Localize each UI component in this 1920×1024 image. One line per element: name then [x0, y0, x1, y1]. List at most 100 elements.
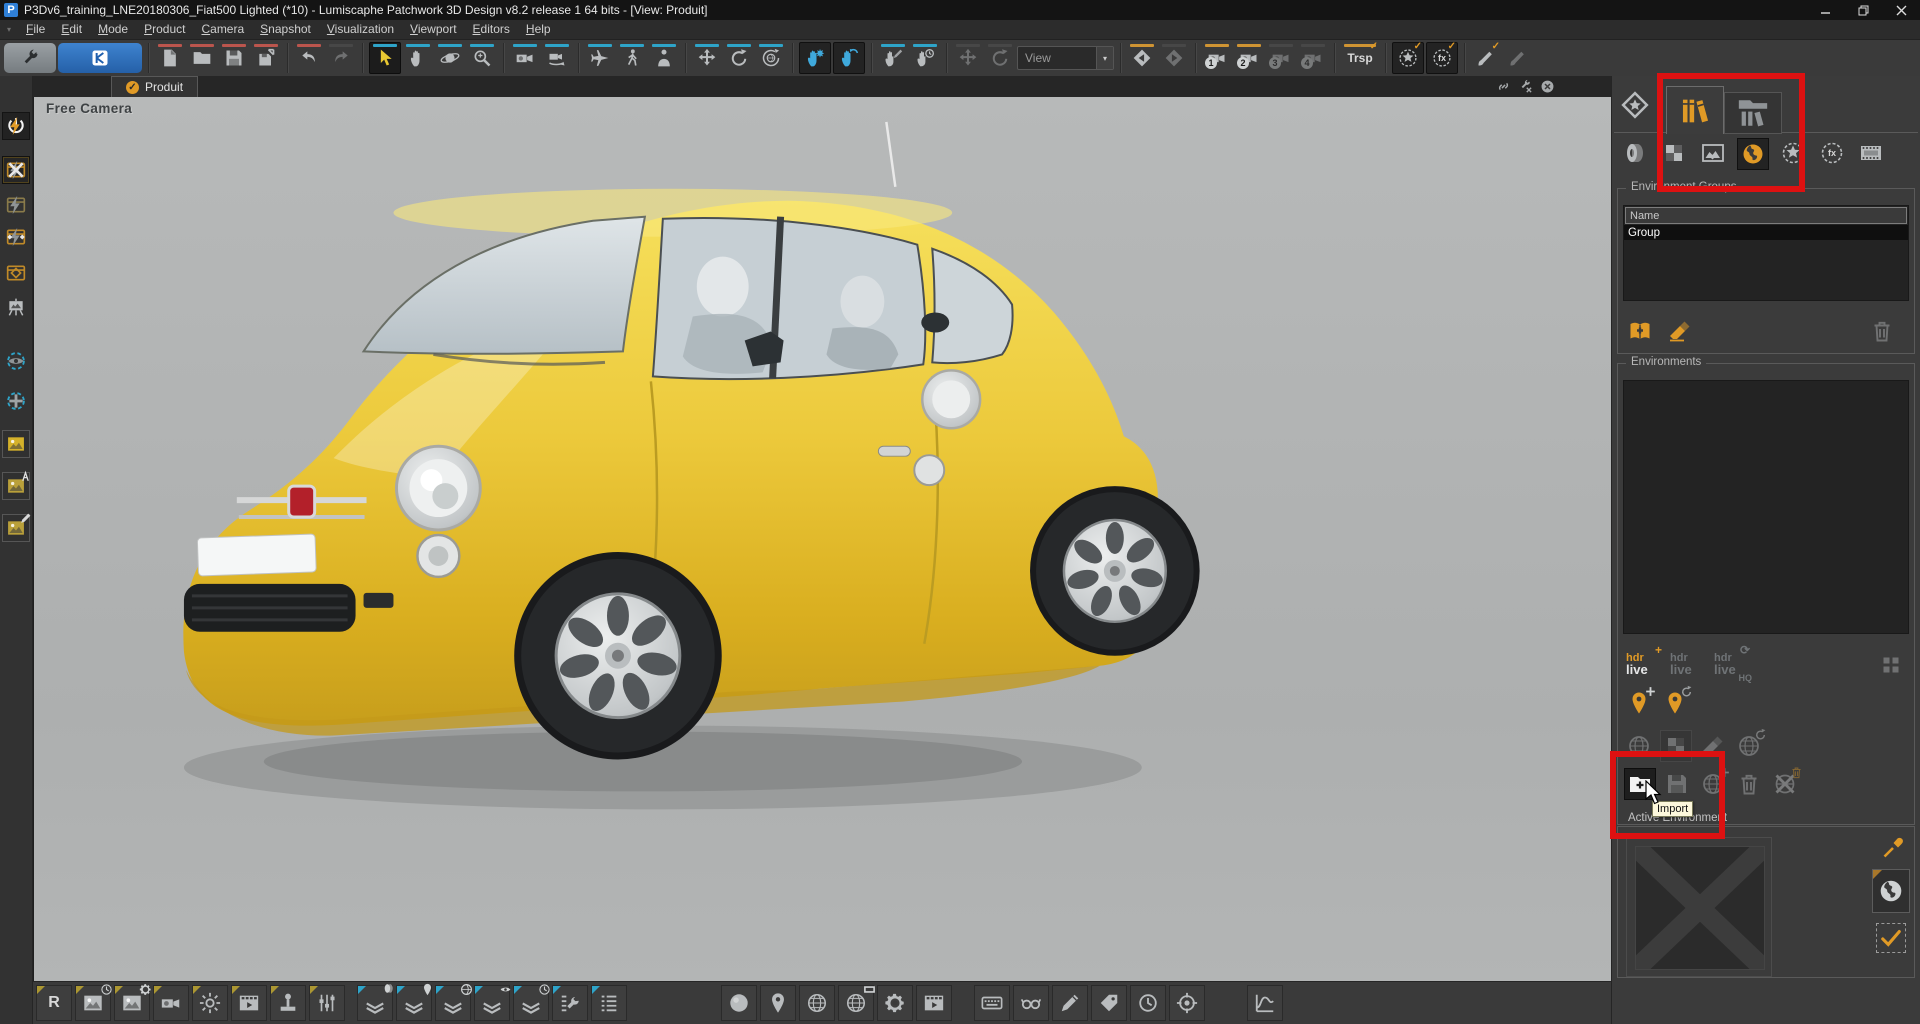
camera-1-button[interactable]: 1	[1202, 43, 1232, 73]
filmstrip-button[interactable]	[916, 985, 952, 1021]
snapshot-history-button[interactable]	[75, 985, 111, 1021]
stereo-glasses-button[interactable]	[1013, 985, 1049, 1021]
paint-alt-button[interactable]	[1503, 43, 1533, 73]
keyboard-button[interactable]	[974, 985, 1010, 1021]
window-flash-button[interactable]	[3, 192, 29, 218]
environments-list[interactable]	[1623, 380, 1909, 634]
view-settings-icon[interactable]	[1518, 79, 1533, 94]
zoom-tool-button[interactable]	[467, 43, 497, 73]
orbit-tool-button[interactable]	[435, 43, 465, 73]
next-view-button[interactable]	[1159, 43, 1189, 73]
rotate-world-button[interactable]	[756, 43, 786, 73]
image-text-button[interactable]	[2, 472, 30, 500]
view-dropdown[interactable]: View▾	[1017, 46, 1114, 70]
matter-mode-button[interactable]	[58, 43, 142, 73]
group-edit-button[interactable]	[1666, 317, 1694, 345]
groups-name-header[interactable]: Name	[1625, 207, 1907, 224]
group-delete-button[interactable]	[1868, 317, 1896, 345]
settings-button[interactable]	[4, 43, 56, 73]
env-image-button[interactable]	[1660, 730, 1692, 762]
apply-environment-button[interactable]	[1876, 923, 1906, 953]
image-button[interactable]	[2, 430, 30, 458]
gear-tool-button[interactable]	[877, 985, 913, 1021]
restore-button[interactable]	[1844, 0, 1882, 20]
prev-view-button[interactable]	[1127, 43, 1157, 73]
config-list-button[interactable]	[591, 985, 627, 1021]
timer-button[interactable]	[1130, 985, 1166, 1021]
import-environment-button[interactable]	[1624, 768, 1656, 800]
camera-4-button[interactable]: 4	[1298, 43, 1328, 73]
pan-tool-button[interactable]	[403, 43, 433, 73]
menu-edit[interactable]: Edit	[53, 21, 90, 38]
transparency-button[interactable]: Trsp✓	[1341, 43, 1379, 73]
redo-button[interactable]	[326, 43, 356, 73]
target-eye-button[interactable]	[1169, 985, 1205, 1021]
presentation-easel-button[interactable]	[3, 294, 29, 320]
render-button[interactable]: R	[36, 985, 72, 1021]
pick-environment-button[interactable]	[1878, 833, 1908, 863]
camera-2-button[interactable]: 2	[1234, 43, 1264, 73]
lighting-button[interactable]	[192, 985, 228, 1021]
group-row[interactable]: Group	[1624, 225, 1908, 240]
menu-mode[interactable]: Mode	[90, 21, 136, 38]
spin-tool-button[interactable]	[833, 42, 865, 74]
world-button[interactable]	[799, 985, 835, 1021]
snapshot-settings-button[interactable]	[114, 985, 150, 1021]
menu-camera[interactable]: Camera	[193, 21, 252, 38]
group-add-button[interactable]	[1626, 317, 1654, 345]
env-thumbnail-view-button[interactable]	[1876, 650, 1906, 680]
pin-refresh-button[interactable]	[1660, 688, 1690, 718]
video-capture-button[interactable]	[153, 985, 189, 1021]
curve-editor-button[interactable]	[1247, 985, 1283, 1021]
layers-materials-button[interactable]	[357, 985, 393, 1021]
sensor-clock-button[interactable]	[910, 43, 940, 73]
fly-mode-button[interactable]	[585, 43, 615, 73]
undo-button[interactable]	[294, 43, 324, 73]
camera-3-button[interactable]: 3	[1266, 43, 1296, 73]
close-view-icon[interactable]	[1540, 79, 1555, 94]
active-environment-thumbnail[interactable]	[1626, 837, 1772, 977]
tab-produit[interactable]: ✓ Produit	[111, 76, 198, 97]
env-edit-button[interactable]	[1698, 731, 1728, 761]
env-refresh-button[interactable]	[1734, 731, 1764, 761]
env-trash-button[interactable]	[1734, 769, 1764, 799]
rotate-button[interactable]	[724, 43, 754, 73]
realtime-render-button[interactable]	[2, 112, 30, 140]
layers-position-button[interactable]	[396, 985, 432, 1021]
tab-library-books[interactable]	[1666, 86, 1724, 134]
menu-editors[interactable]: Editors	[465, 21, 518, 38]
sensor-pen-button[interactable]	[878, 43, 908, 73]
window-frame-button[interactable]	[3, 260, 29, 286]
grab-tool-button[interactable]	[799, 42, 831, 74]
tuner-button[interactable]	[309, 985, 345, 1021]
effects-button[interactable]: fx✓	[1426, 42, 1458, 74]
hdr-live-hq-button[interactable]: hdrlive⟳HQ	[1712, 646, 1750, 682]
env-add-button[interactable]	[1698, 769, 1728, 799]
eye-ring-button[interactable]	[3, 348, 29, 374]
camera-capture-button[interactable]	[510, 43, 540, 73]
menu-product[interactable]: Product	[136, 21, 193, 38]
active-environment-slot[interactable]	[1872, 869, 1910, 913]
paint-button[interactable]: ✓	[1471, 43, 1501, 73]
save-as-button[interactable]	[251, 43, 281, 73]
system-menu-icon[interactable]: ▾	[0, 25, 18, 34]
window-flash-products-button[interactable]	[3, 224, 29, 250]
overlay-star-button[interactable]: ✓	[1392, 42, 1424, 74]
tab-library-folder[interactable]	[1724, 92, 1782, 134]
layers-visibility-button[interactable]	[474, 985, 510, 1021]
globe-film-button[interactable]	[838, 985, 874, 1021]
textures-library-button[interactable]	[1659, 138, 1689, 168]
effects-library-button[interactable]: fx	[1817, 138, 1847, 168]
materials-library-button[interactable]	[1620, 138, 1650, 168]
select-tool-button[interactable]	[369, 42, 401, 74]
image-edit-button[interactable]	[2, 514, 30, 542]
environment-groups-list[interactable]: Name Group	[1623, 205, 1909, 301]
menu-viewport[interactable]: Viewport	[402, 21, 464, 38]
hdr-live-add-button[interactable]: hdrlive+	[1624, 646, 1662, 682]
matter-ball-button[interactable]	[721, 985, 757, 1021]
menu-snapshot[interactable]: Snapshot	[252, 21, 319, 38]
add-ring-button[interactable]	[3, 388, 29, 414]
translate-button[interactable]	[692, 43, 722, 73]
link-view-icon[interactable]	[1496, 79, 1511, 94]
config-wrench-button[interactable]	[552, 985, 588, 1021]
